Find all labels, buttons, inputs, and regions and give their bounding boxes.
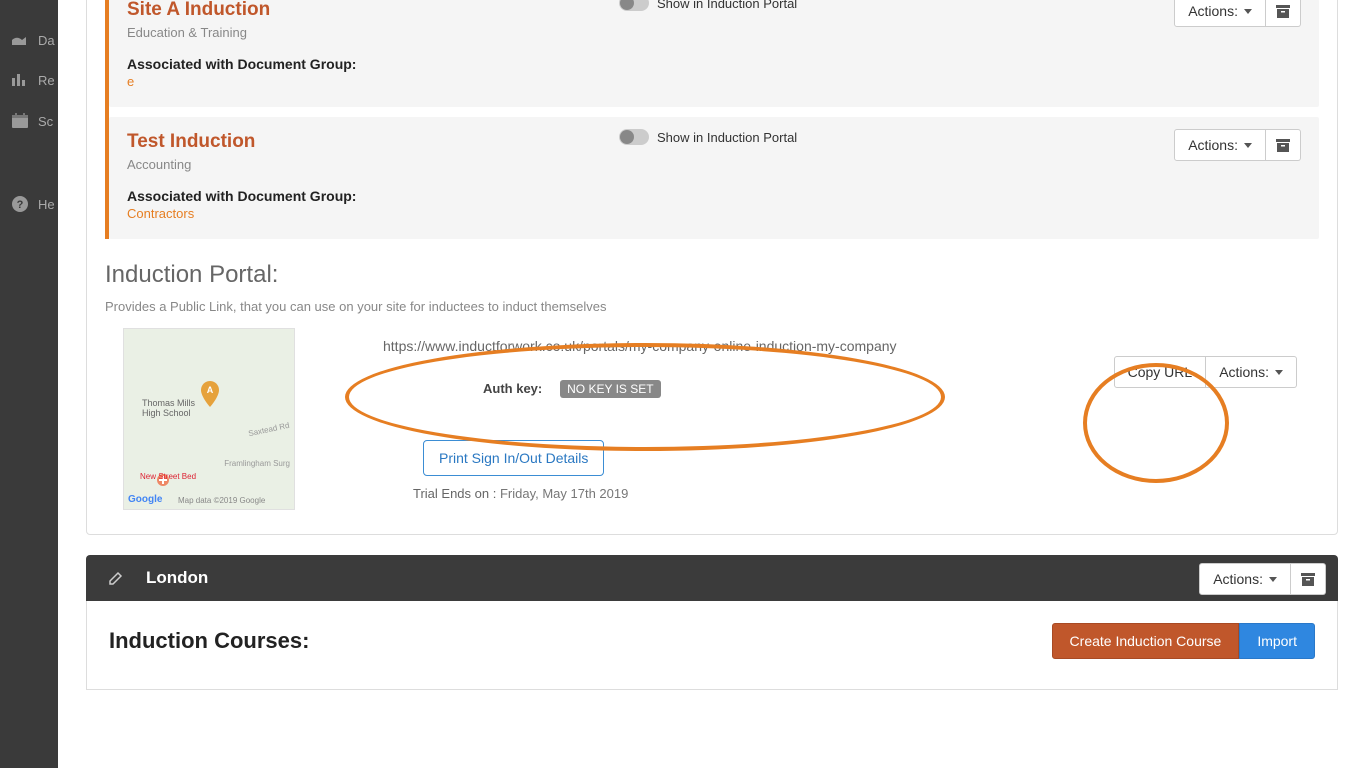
show-portal-toggle[interactable] (619, 0, 649, 11)
create-course-button[interactable]: Create Induction Course (1052, 623, 1240, 659)
portal-section-title: Induction Portal: (105, 261, 1319, 289)
sidebar-item-label: Sc (38, 114, 53, 129)
archive-button[interactable] (1266, 0, 1301, 27)
actions-dropdown[interactable]: Actions: (1174, 0, 1266, 27)
auth-key-label: Auth key: (483, 381, 542, 396)
import-button[interactable]: Import (1239, 623, 1315, 659)
assoc-label: Associated with Document Group: (127, 56, 1301, 72)
calendar-icon (10, 112, 30, 130)
map-label: Saxtead Rd (248, 421, 291, 438)
sidebar-item-reports[interactable]: Re (0, 60, 58, 100)
map-attribution: Map data ©2019 Google (178, 496, 265, 505)
actions-dropdown[interactable]: Actions: (1206, 356, 1297, 388)
trial-date: Friday, May 17th 2019 (500, 486, 628, 501)
print-signin-button[interactable]: Print Sign In/Out Details (423, 440, 604, 476)
archive-button[interactable] (1266, 129, 1301, 161)
copy-url-button[interactable]: Copy URL (1114, 356, 1207, 388)
google-logo: Google (128, 494, 162, 505)
hand-icon (10, 32, 30, 48)
portal-url: https://www.inductforwork.co.uk/portals/… (383, 338, 1319, 354)
chevron-down-icon (1275, 370, 1283, 375)
sidebar-item-help[interactable]: ? He (0, 182, 58, 226)
map-thumbnail[interactable]: Thomas Mills High School A Saxtead Rd Fr… (123, 328, 295, 510)
bar-chart-icon (10, 72, 30, 88)
inductions-list: Site A Induction Education & Training As… (105, 0, 1319, 239)
archive-icon (1276, 139, 1290, 152)
trial-label: Trial Ends on : (413, 486, 496, 501)
assoc-label: Associated with Document Group: (127, 188, 1301, 204)
courses-title: Induction Courses: (109, 628, 1052, 654)
archive-icon (1276, 5, 1290, 18)
assoc-value[interactable]: Contractors (127, 206, 1301, 221)
chevron-down-icon (1244, 9, 1252, 14)
sidebar-item-label: Re (38, 73, 55, 88)
map-label: New Street Bed (140, 472, 196, 481)
toggle-label: Show in Induction Portal (657, 130, 797, 145)
show-portal-toggle[interactable] (619, 129, 649, 145)
edit-icon[interactable] (108, 570, 124, 586)
sidebar-item-label: Da (38, 33, 55, 48)
help-icon: ? (10, 194, 30, 214)
sidebar-item-dashboard[interactable]: Da (0, 20, 58, 60)
assoc-value[interactable]: e (127, 74, 1301, 89)
portal-row: Thomas Mills High School A Saxtead Rd Fr… (105, 328, 1319, 510)
location-header: London Actions: (86, 555, 1338, 601)
location-name: London (146, 568, 208, 588)
portal-subtitle: Provides a Public Link, that you can use… (105, 299, 1319, 314)
archive-button[interactable] (1291, 563, 1326, 595)
toggle-label: Show in Induction Portal (657, 0, 797, 11)
sidebar-item-schedule[interactable]: Sc (0, 100, 58, 142)
induction-card: Site A Induction Education & Training As… (109, 0, 1319, 107)
chevron-down-icon (1269, 577, 1277, 582)
chevron-down-icon (1244, 143, 1252, 148)
sidebar-item-label: He (38, 197, 55, 212)
map-label: Framlingham Surg (224, 459, 290, 468)
actions-dropdown[interactable]: Actions: (1174, 129, 1266, 161)
induction-category: Education & Training (127, 25, 1301, 40)
svg-text:?: ? (17, 199, 24, 211)
map-pin-icon: A (200, 381, 220, 409)
map-label: Thomas Mills High School (142, 399, 195, 419)
induction-category: Accounting (127, 157, 1301, 172)
actions-dropdown[interactable]: Actions: (1199, 563, 1291, 595)
induction-card: Test Induction Accounting Associated wit… (109, 117, 1319, 239)
svg-text:A: A (207, 385, 214, 395)
archive-icon (1301, 573, 1315, 586)
sidebar: Da Re Sc ? He (0, 0, 58, 768)
